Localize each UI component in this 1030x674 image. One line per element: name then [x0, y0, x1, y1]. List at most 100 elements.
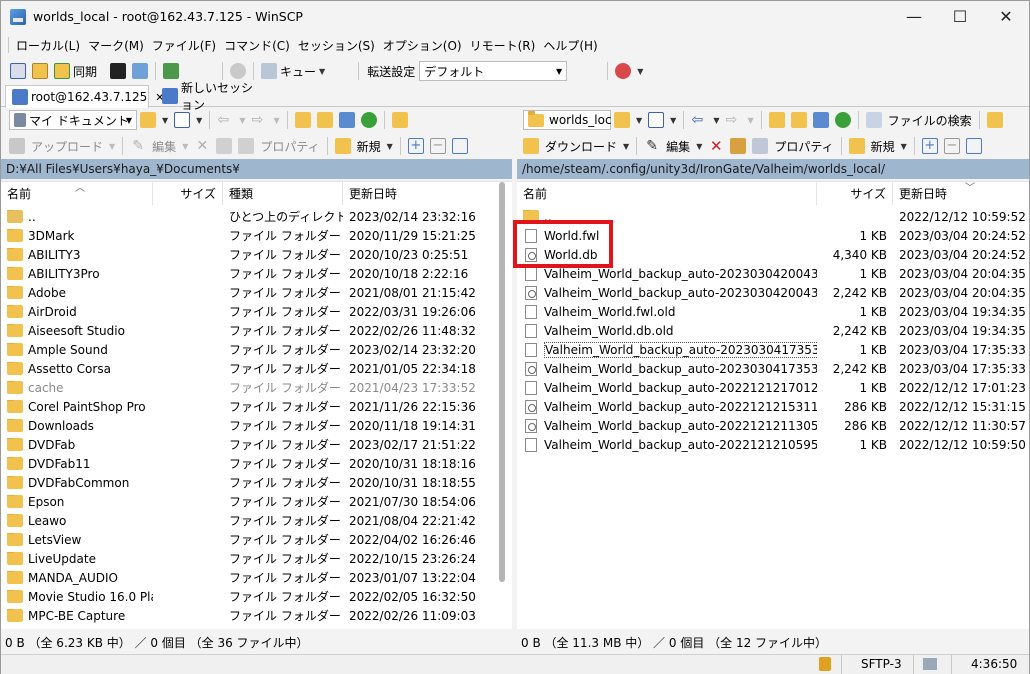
queue-button[interactable]: キュー [280, 63, 316, 80]
table-row[interactable]: DVDFab ファイル フォルダー 2023/02/17 21:51:22 [1, 435, 512, 454]
edit-button[interactable]: 編集 [152, 138, 176, 155]
chevron-down-icon[interactable]: ▼ [162, 116, 168, 125]
properties-button[interactable]: プロパティ [774, 138, 833, 155]
maximize-button[interactable]: ☐ [937, 1, 983, 32]
edit-icon[interactable]: ✎ [644, 138, 660, 154]
delete-icon[interactable]: ✕ [194, 138, 210, 154]
table-row[interactable]: Valheim_World_backup_auto-20221212105950… [517, 435, 1029, 454]
rename-icon[interactable] [216, 138, 233, 154]
parent-dir-icon[interactable] [768, 112, 785, 128]
properties-icon[interactable] [752, 138, 769, 154]
left-file-list[interactable]: 名前 サイズ 種類 更新日時 ︿ ..ひとつ上のディレクトリ2023/02/14… [1, 181, 512, 629]
chevron-down-icon[interactable]: ▼ [273, 116, 279, 125]
chevron-down-icon[interactable]: ▼ [696, 142, 702, 151]
chevron-down-icon[interactable]: ▼ [387, 142, 393, 151]
table-row[interactable]: Movie Studio 16.0 Pla... ファイル フォルダー 2022/0… [1, 587, 512, 606]
properties-icon[interactable] [238, 138, 255, 154]
queue-icon[interactable] [261, 63, 278, 79]
lock-icon[interactable] [819, 657, 831, 671]
table-row[interactable]: AirDroid ファイル フォルダー 2022/03/31 19:26:06 [1, 302, 512, 321]
deselect-icon[interactable]: − [943, 138, 960, 154]
chevron-down-icon[interactable]: ▼ [196, 116, 202, 125]
reconnect-icon[interactable] [615, 63, 632, 79]
table-row[interactable]: MPC-BE Capture ファイル フォルダー 2022/02/26 11:09… [1, 606, 512, 625]
minimize-button[interactable]: — [891, 1, 937, 32]
menu-command[interactable]: コマンド(C) [220, 37, 294, 54]
menu-help[interactable]: ヘルプ(H) [539, 37, 601, 54]
table-row[interactable]: Valheim_World.db.old 2,242 KB 2023/03/04 1… [517, 321, 1029, 340]
compare-dirs-icon[interactable] [10, 63, 26, 79]
new-button[interactable]: 新規 [357, 138, 381, 155]
open-folder-icon[interactable] [614, 112, 630, 128]
new-folder-icon[interactable] [848, 138, 865, 154]
left-location-select[interactable]: マイ ドキュメント ▼ [9, 110, 137, 130]
table-row[interactable]: cache ファイル フォルダー 2021/04/23 17:33:52 [1, 378, 512, 397]
download-icon[interactable] [523, 138, 539, 154]
table-row[interactable]: Epson ファイル フォルダー 2021/07/30 18:54:06 [1, 492, 512, 511]
forward-arrow-icon[interactable]: ⇨ [725, 112, 741, 128]
table-row[interactable]: Valheim_World_backup_auto-20230304200435… [517, 283, 1029, 302]
left-scrollbar[interactable] [499, 182, 505, 582]
parent-dir-icon[interactable] [294, 112, 311, 128]
table-row[interactable]: LetsView ファイル フォルダー 2022/04/02 16:26:46 [1, 530, 512, 549]
right-location-select[interactable]: worlds_loc [523, 110, 612, 130]
select-all-icon[interactable]: + [407, 138, 424, 154]
chevron-down-icon[interactable]: ▼ [239, 116, 245, 125]
menu-remote[interactable]: リモート(R) [466, 37, 540, 54]
tab-session[interactable]: root@162.43.7.125 ✕ [5, 85, 164, 108]
open-dir-icon[interactable] [163, 63, 180, 79]
table-row[interactable]: Adobe ファイル フォルダー 2021/08/01 21:15:42 [1, 283, 512, 302]
close-button[interactable]: ✕ [983, 1, 1029, 32]
home-icon[interactable] [338, 112, 355, 128]
upload-button[interactable]: アップロード [31, 138, 103, 155]
terminal-icon[interactable] [110, 63, 127, 79]
rename-icon[interactable] [730, 138, 747, 154]
table-row[interactable]: Leawo ファイル フォルダー 2021/08/04 22:21:42 [1, 511, 512, 530]
properties-button[interactable]: プロパティ [260, 138, 319, 155]
right-path-bar[interactable]: /home/steam/.config/unity3d/IronGate/Val… [517, 159, 1029, 179]
menu-session[interactable]: セッション(S) [294, 37, 379, 54]
deselect-icon[interactable]: − [429, 138, 446, 154]
table-row[interactable]: Valheim_World_backup_auto-20230304173533… [517, 340, 1029, 359]
delete-icon[interactable]: ✕ [708, 138, 724, 154]
edit-icon[interactable]: ✎ [130, 138, 146, 154]
chevron-down-icon[interactable]: ▼ [747, 116, 753, 125]
table-row[interactable]: 3DMark ファイル フォルダー 2020/11/29 15:21:25 [1, 226, 512, 245]
sync-browse-icon[interactable] [32, 63, 48, 79]
select-all-icon[interactable]: + [921, 138, 938, 154]
menu-file[interactable]: ファイル(F) [148, 37, 220, 54]
chevron-down-icon[interactable]: ▼ [636, 116, 642, 125]
table-row[interactable]: LiveUpdate ファイル フォルダー 2022/10/15 23:26:24 [1, 549, 512, 568]
find-target-icon[interactable] [391, 112, 408, 128]
chevron-down-icon[interactable]: ▼ [623, 142, 629, 151]
filter-select-icon[interactable] [965, 138, 982, 154]
open-folder-icon[interactable] [140, 112, 156, 128]
root-dir-icon[interactable] [790, 112, 807, 128]
chevron-down-icon[interactable]: ▼ [901, 142, 907, 151]
putty-icon[interactable] [132, 63, 149, 79]
column-header-modified[interactable]: 更新日時 [893, 182, 1029, 205]
table-row[interactable]: ABILITY3Pro ファイル フォルダー 2020/10/18 2:22:16 [1, 264, 512, 283]
table-row[interactable]: Valheim_World.fwl.old 1 KB 2023/03/04 19:3… [517, 302, 1029, 321]
column-header-modified[interactable]: 更新日時 [343, 182, 493, 205]
table-row[interactable]: Ample Sound ファイル フォルダー 2023/02/14 23:32:20 [1, 340, 512, 359]
gear-icon[interactable] [230, 63, 247, 79]
chevron-down-icon[interactable]: ▼ [637, 67, 643, 76]
transfer-settings-select[interactable]: デフォルト ▼ [419, 61, 568, 81]
sync-icon[interactable] [54, 63, 70, 79]
download-button[interactable]: ダウンロード [545, 138, 617, 155]
chevron-down-icon[interactable]: ▼ [182, 142, 188, 151]
chevron-down-icon[interactable]: ▼ [670, 116, 676, 125]
menu-mark[interactable]: マーク(M) [84, 37, 148, 54]
table-row[interactable]: Corel PaintShop Pro ファイル フォルダー 2021/11/26 … [1, 397, 512, 416]
network-icon[interactable] [923, 658, 937, 670]
new-button[interactable]: 新規 [871, 138, 895, 155]
chevron-down-icon[interactable]: ▼ [109, 142, 115, 151]
left-path-bar[interactable]: D:¥All Files¥Users¥haya_¥Documents¥ [1, 159, 512, 179]
table-row[interactable]: Valheim_World_backup_auto-20221212113057… [517, 416, 1029, 435]
column-header-name[interactable]: 名前 [517, 182, 817, 205]
edit-button[interactable]: 編集 [666, 138, 690, 155]
table-row[interactable]: .. ひとつ上のディレクトリ 2023/02/14 23:32:16 [1, 207, 512, 226]
column-header-type[interactable]: 種類 [223, 182, 343, 205]
table-row[interactable]: Valheim_World_backup_auto-20230304173533… [517, 359, 1029, 378]
